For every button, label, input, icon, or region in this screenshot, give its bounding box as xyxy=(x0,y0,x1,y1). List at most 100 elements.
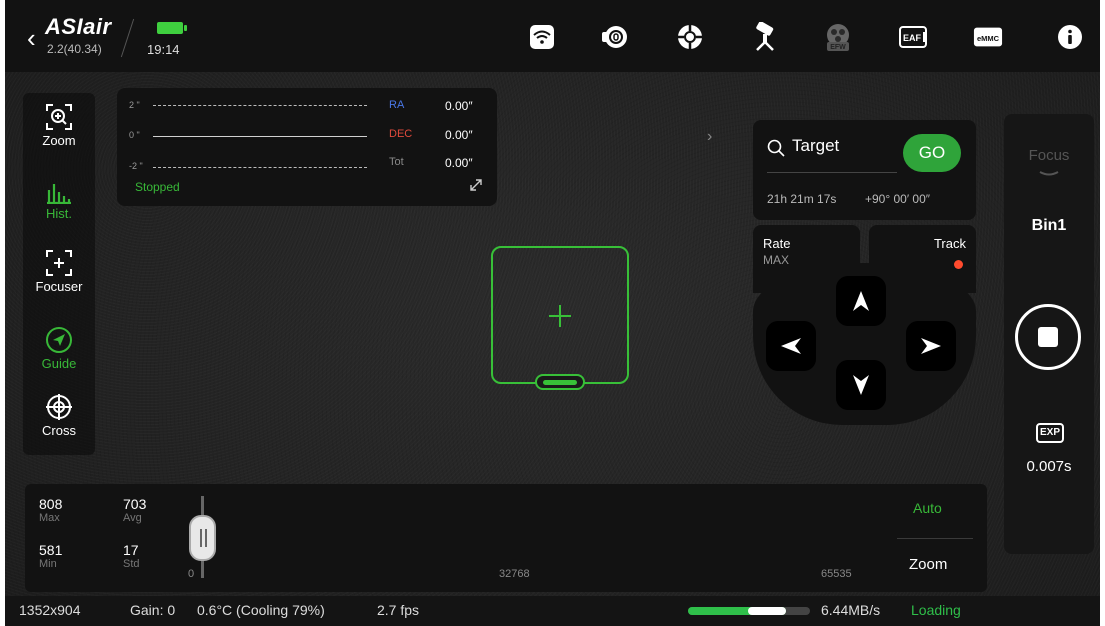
crosshair-icon xyxy=(46,394,72,420)
svg-text:EFW: EFW xyxy=(830,44,846,51)
expand-icon[interactable] xyxy=(469,178,483,192)
ra-label: RA xyxy=(389,99,405,111)
graph-line-lower xyxy=(153,167,367,168)
guide-tool[interactable]: Guide xyxy=(23,326,95,371)
chevron-down-icon[interactable] xyxy=(1037,170,1061,178)
stat-min-value: 581 xyxy=(39,542,63,558)
brand-logo: ASIair xyxy=(45,14,112,39)
info-icon[interactable] xyxy=(1055,22,1085,52)
graph-tick-mid: 0 " xyxy=(129,130,140,140)
bin-selector[interactable]: Bin1 xyxy=(1004,217,1094,235)
app-version: 2.2(40.34) xyxy=(47,42,102,56)
rate-label: Rate xyxy=(763,236,791,251)
wifi-icon[interactable] xyxy=(527,22,557,52)
dec-label: DEC xyxy=(389,128,413,140)
guide-status: Stopped xyxy=(135,180,180,194)
go-button[interactable]: GO xyxy=(903,134,961,172)
stat-max-value: 808 xyxy=(39,496,63,512)
histogram-icon xyxy=(47,184,71,204)
resolution: 1352x904 xyxy=(19,602,81,618)
search-icon xyxy=(767,139,785,157)
stat-std: 17 Std xyxy=(123,542,140,570)
graph-tick-bottom: -2 " xyxy=(129,161,143,171)
transfer-rate: 6.44MB/s xyxy=(821,602,881,618)
focuser-tool[interactable]: Focuser xyxy=(23,249,95,294)
move-east-button[interactable] xyxy=(906,321,956,371)
move-north-button[interactable] xyxy=(836,276,886,326)
move-west-button[interactable] xyxy=(766,321,816,371)
zoom-tool-label: Zoom xyxy=(42,133,76,148)
stat-avg: 703 Avg xyxy=(123,496,146,524)
tot-value: 0.00″ xyxy=(445,156,473,170)
left-toolbar: Zoom Hist. Focuser Guide Cross xyxy=(23,93,95,455)
axis-label-max: 65535 xyxy=(821,568,852,580)
stat-avg-value: 703 xyxy=(123,496,147,512)
auto-stretch-button[interactable]: Auto xyxy=(913,500,942,516)
tot-label: Tot xyxy=(389,156,404,168)
stat-avg-label: Avg xyxy=(123,512,142,524)
status-bar: 1352x904 Gain: 0 0.6°C (Cooling 79%) 2.7… xyxy=(5,596,1100,626)
target-input-underline xyxy=(767,172,897,173)
exposure-icon[interactable]: EXP xyxy=(1036,423,1064,443)
histogram-panel: 808 Max 703 Avg 581 Min 17 Std 0 32768 6… xyxy=(25,484,987,592)
panel-toggle-chevron-icon[interactable]: › xyxy=(707,128,712,146)
arrow-down-icon xyxy=(853,375,869,395)
divider xyxy=(897,538,973,539)
svg-text:EAF: EAF xyxy=(903,33,922,43)
guide-tool-label: Guide xyxy=(41,356,77,371)
target-search-input[interactable]: Target xyxy=(792,136,839,156)
arrow-left-icon xyxy=(781,338,801,354)
axis-label-mid: 32768 xyxy=(499,568,530,580)
telescope-mount-icon[interactable] xyxy=(750,22,780,52)
svg-text:eMMC: eMMC xyxy=(977,34,1000,43)
battery-icon xyxy=(157,22,187,34)
clock: 19:14 xyxy=(147,42,180,57)
exposure-time[interactable]: 0.007s xyxy=(1004,458,1094,475)
loading-status: Loading xyxy=(911,602,961,618)
stat-std-label: Std xyxy=(123,558,140,570)
sensor-temperature: 0.6°C (Cooling 79%) xyxy=(197,602,325,618)
cross-tool-label: Cross xyxy=(42,423,76,438)
stat-max-label: Max xyxy=(39,512,60,524)
reticle-plus-vertical xyxy=(559,305,561,327)
target-dec: +90° 00′ 00″ xyxy=(865,192,931,206)
focus-reticle[interactable] xyxy=(491,246,629,390)
guide-graph-panel[interactable]: 2 " 0 " -2 " RA 0.00″ DEC 0.00″ Tot 0.00… xyxy=(117,88,497,206)
camera-icon[interactable] xyxy=(600,22,630,52)
guide-icon xyxy=(46,327,72,353)
graph-line-zero xyxy=(153,136,367,137)
histogram-slider-handle[interactable] xyxy=(189,515,216,561)
eaf-focuser-icon[interactable]: EAF xyxy=(898,22,928,52)
track-label: Track xyxy=(933,236,966,251)
axis-label-min: 0 xyxy=(188,568,195,580)
cross-tool[interactable]: Cross xyxy=(23,393,95,438)
right-control-rail: Focus Bin1 EXP 0.007s xyxy=(1004,114,1094,554)
focuser-icon xyxy=(46,250,72,276)
focus-mode-button[interactable]: Focus xyxy=(1004,147,1094,164)
graph-line-upper xyxy=(153,105,367,106)
stop-button[interactable] xyxy=(1015,304,1081,370)
back-chevron-icon[interactable]: ‹ xyxy=(27,25,36,51)
histogram-zoom-button[interactable]: Zoom xyxy=(909,556,947,573)
stat-std-value: 17 xyxy=(123,542,139,558)
divider xyxy=(120,18,135,58)
reticle-resize-handle[interactable] xyxy=(535,374,585,390)
target-ra: 21h 21m 17s xyxy=(767,192,837,206)
stat-max: 808 Max xyxy=(39,496,62,524)
frame-rate: 2.7 fps xyxy=(377,602,420,618)
graph-tick-top: 2 " xyxy=(129,100,140,110)
zoom-tool[interactable]: Zoom xyxy=(23,103,95,148)
arrow-right-icon xyxy=(921,338,941,354)
rate-value: MAX xyxy=(763,253,790,267)
efw-filter-wheel-icon[interactable]: EFW xyxy=(823,22,853,52)
histogram-tool-label: Hist. xyxy=(46,206,72,221)
guide-camera-icon[interactable] xyxy=(675,22,705,52)
move-south-button[interactable] xyxy=(836,360,886,410)
emmc-storage-icon[interactable]: eMMC xyxy=(973,22,1003,52)
histogram-tool[interactable]: Hist. xyxy=(23,180,95,221)
gain: Gain: 0 xyxy=(130,602,176,618)
dec-value: 0.00″ xyxy=(445,128,473,142)
download-progress-bar xyxy=(688,607,810,615)
app-screen: ‹ ASIair 2.2(40.34) 19:14 EFW EAF eMMC Z… xyxy=(5,0,1100,626)
track-status-dot xyxy=(954,260,963,269)
